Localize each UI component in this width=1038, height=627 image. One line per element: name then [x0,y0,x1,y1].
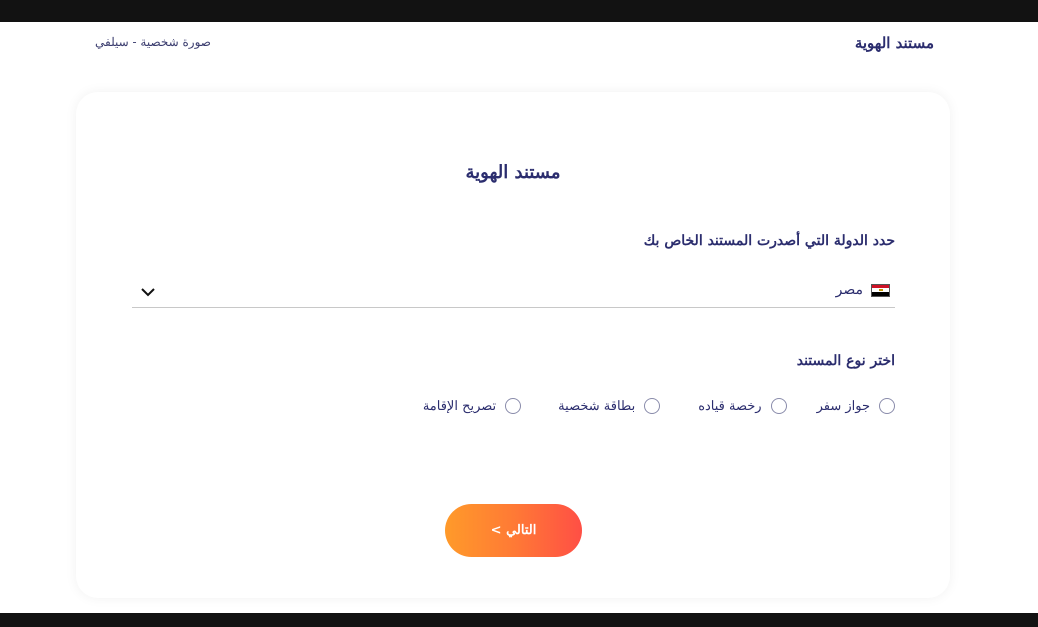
option-residence-permit[interactable]: تصريح الإقامة [422,398,522,414]
identity-document-card: مستند الهوية حدد الدولة التي أصدرت المست… [76,92,950,598]
header-title: مستند الهوية [854,34,934,52]
top-bar [0,0,1038,22]
option-driving-license-label: رخصة قياده [698,398,762,414]
option-passport[interactable]: جواز سفر [817,398,895,414]
radio-national-id[interactable] [644,398,661,414]
option-residence-permit-label: تصريح الإقامة [422,398,497,414]
card-title: مستند الهوية [465,162,561,183]
header-step-label: صورة شخصية - سيلفي [95,35,211,49]
country-selected-value: مصر [836,282,890,298]
country-value-text: مصر [835,282,863,298]
next-button[interactable]: التالي > [445,504,582,557]
option-passport-label: جواز سفر [816,398,870,414]
radio-passport[interactable] [879,398,895,414]
option-driving-license[interactable]: رخصة قياده [698,398,787,414]
option-national-id[interactable]: بطاقة شخصية [558,398,661,414]
egypt-flag-icon [871,283,890,297]
country-label: حدد الدولة التي أصدرت المستند الخاص بك [643,233,895,249]
radio-residence-permit[interactable] [505,398,522,414]
document-type-options: جواز سفر رخصة قياده بطاقة شخصية تصريح ال… [423,398,895,414]
bottom-bar [0,613,1038,627]
chevron-down-icon[interactable] [140,284,156,300]
option-national-id-label: بطاقة شخصية [558,398,636,414]
radio-driving-license[interactable] [770,398,787,414]
country-select[interactable]: مصر [132,276,895,308]
document-type-label: اختر نوع المستند [796,353,895,369]
